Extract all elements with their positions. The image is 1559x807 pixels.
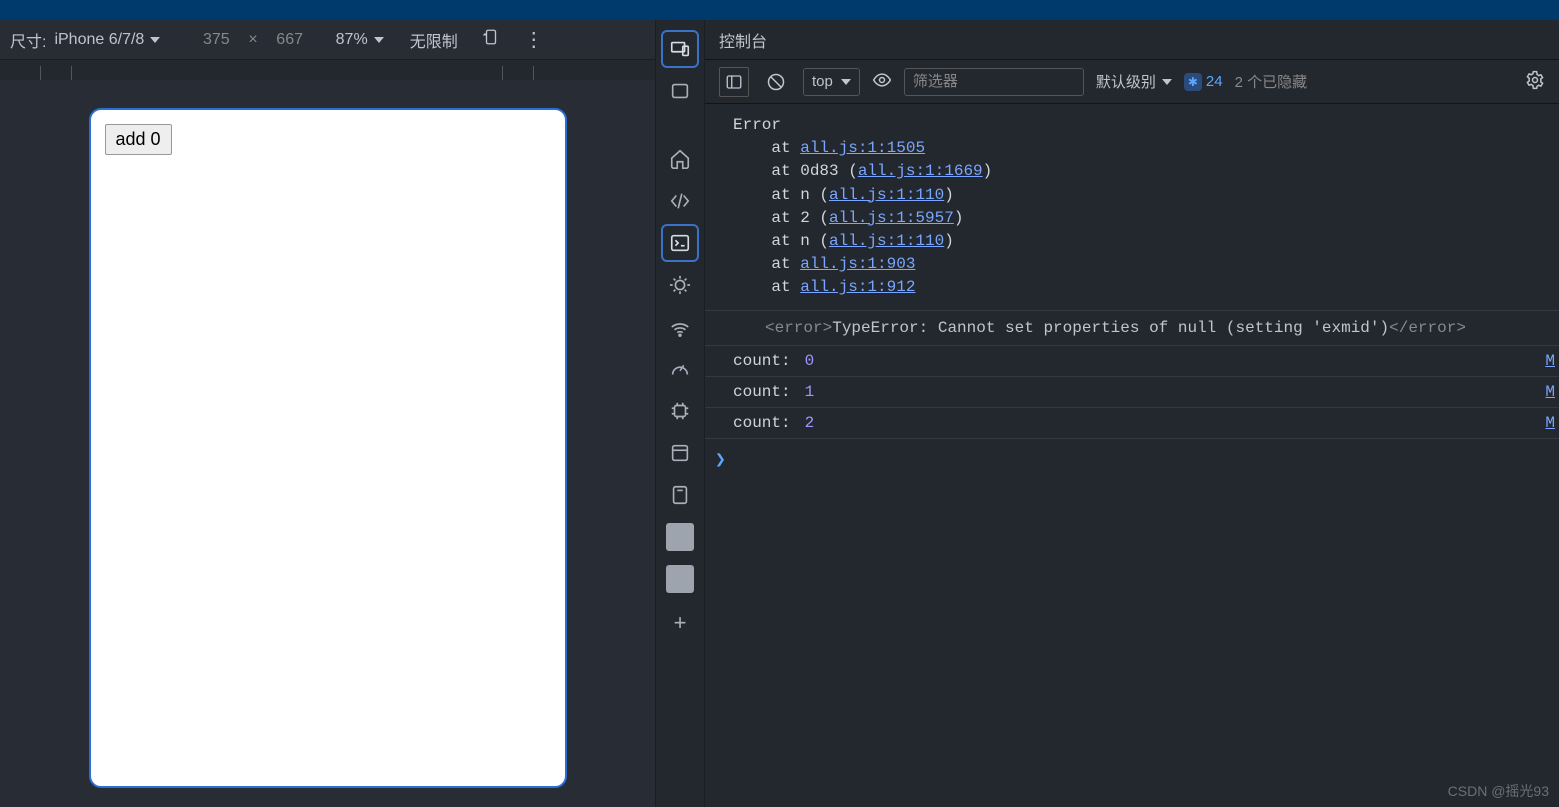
placeholder-tab-2[interactable] xyxy=(663,562,697,596)
clear-console-icon[interactable] xyxy=(761,67,791,97)
console-icon[interactable] xyxy=(663,226,697,260)
console-log-row: count: 1 M xyxy=(705,377,1559,408)
zoom-selector[interactable]: 87% xyxy=(336,31,384,49)
issues-count: 24 xyxy=(1206,73,1223,90)
chevron-down-icon xyxy=(841,79,851,85)
live-expression-icon[interactable] xyxy=(872,70,892,94)
toggle-device-icon[interactable] xyxy=(663,32,697,66)
stack-link[interactable]: all.js:1:5957 xyxy=(829,209,954,227)
log-value: 1 xyxy=(805,383,815,401)
console-log-row: count: 0 M xyxy=(705,346,1559,377)
error-stack: Error at all.js:1:1505 at 0d83 (all.js:1… xyxy=(705,104,1559,311)
console-prompt[interactable]: ❯ xyxy=(705,439,1559,481)
context-label: top xyxy=(812,73,833,90)
elements-icon[interactable] xyxy=(663,184,697,218)
log-label: count: xyxy=(733,383,791,401)
error-message-row: <error>TypeError: Cannot set properties … xyxy=(705,311,1559,346)
log-level-label: 默认级别 xyxy=(1096,71,1156,92)
gear-icon[interactable] xyxy=(1525,70,1545,94)
log-label: count: xyxy=(733,352,791,370)
device-width-input[interactable]: 375 xyxy=(196,31,236,49)
rotate-icon[interactable] xyxy=(482,28,500,51)
memory-icon[interactable] xyxy=(663,394,697,428)
console-output[interactable]: Error at all.js:1:1505 at 0d83 (all.js:1… xyxy=(705,104,1559,807)
device-canvas: add 0 xyxy=(0,80,655,807)
window-icon[interactable] xyxy=(663,74,697,108)
log-source-link[interactable]: M xyxy=(1545,414,1555,432)
stack-link[interactable]: all.js:1:110 xyxy=(829,186,944,204)
context-selector[interactable]: top xyxy=(803,68,860,96)
console-title: 控制台 xyxy=(705,20,1559,60)
kebab-menu-icon[interactable]: ⋮ xyxy=(524,30,544,50)
add-tab-icon[interactable]: + xyxy=(674,610,687,636)
log-label: count: xyxy=(733,414,791,432)
ruler xyxy=(0,60,655,80)
times-symbol: × xyxy=(248,31,257,49)
hidden-count: 2 个已隐藏 xyxy=(1235,71,1308,92)
toggle-sidebar-icon[interactable] xyxy=(719,67,749,97)
stack-link[interactable]: all.js:1:1669 xyxy=(858,162,983,180)
log-source-link[interactable]: M xyxy=(1545,352,1555,370)
issues-button[interactable]: ✱ 24 xyxy=(1184,73,1223,91)
speech-bubble-icon: ✱ xyxy=(1184,73,1202,91)
error-tag-open: <error> xyxy=(765,319,832,337)
add-button[interactable]: add 0 xyxy=(105,124,172,155)
storage-icon[interactable] xyxy=(663,478,697,512)
filter-input[interactable] xyxy=(904,68,1084,96)
error-message-text: TypeError: Cannot set properties of null… xyxy=(832,319,1389,337)
device-height-input[interactable]: 667 xyxy=(270,31,310,49)
console-toolbar: top 默认级别 ✱ 24 2 个已隐藏 xyxy=(705,60,1559,104)
log-value: 2 xyxy=(805,414,815,432)
error-tag-close: </error> xyxy=(1389,319,1466,337)
console-log-row: count: 2 M xyxy=(705,408,1559,439)
stack-link[interactable]: all.js:1:1505 xyxy=(800,139,925,157)
chevron-down-icon xyxy=(1162,79,1172,85)
home-icon[interactable] xyxy=(663,142,697,176)
chevron-down-icon xyxy=(374,37,384,43)
zoom-value: 87% xyxy=(336,31,368,49)
console-pane: 控制台 top 默认级别 ✱ 24 2 xyxy=(705,20,1559,807)
chevron-right-icon: ❯ xyxy=(715,449,726,471)
stack-link[interactable]: all.js:1:912 xyxy=(800,278,915,296)
network-icon[interactable] xyxy=(663,310,697,344)
device-frame: add 0 xyxy=(89,108,567,788)
application-icon[interactable] xyxy=(663,436,697,470)
device-toolbar: 尺寸: iPhone 6/7/8 375 × 667 87% 无限制 ⋮ xyxy=(0,20,655,60)
device-selector[interactable]: iPhone 6/7/8 xyxy=(54,31,160,49)
log-value: 0 xyxy=(805,352,815,370)
log-level-selector[interactable]: 默认级别 xyxy=(1096,71,1172,92)
performance-icon[interactable] xyxy=(663,352,697,386)
chevron-down-icon xyxy=(150,37,160,43)
stack-link[interactable]: all.js:1:110 xyxy=(829,232,944,250)
browser-topbar xyxy=(0,0,1559,20)
device-preview-pane: 尺寸: iPhone 6/7/8 375 × 667 87% 无限制 ⋮ xyxy=(0,20,655,807)
throttling-selector[interactable]: 无限制 xyxy=(410,28,458,52)
dimension-label: 尺寸: xyxy=(10,28,46,52)
devtools-dock: + xyxy=(655,20,705,807)
device-name: iPhone 6/7/8 xyxy=(54,31,144,49)
watermark: CSDN @摇光93 xyxy=(1448,781,1549,801)
log-source-link[interactable]: M xyxy=(1545,383,1555,401)
placeholder-tab-1[interactable] xyxy=(663,520,697,554)
bug-icon[interactable] xyxy=(663,268,697,302)
stack-link[interactable]: all.js:1:903 xyxy=(800,255,915,273)
